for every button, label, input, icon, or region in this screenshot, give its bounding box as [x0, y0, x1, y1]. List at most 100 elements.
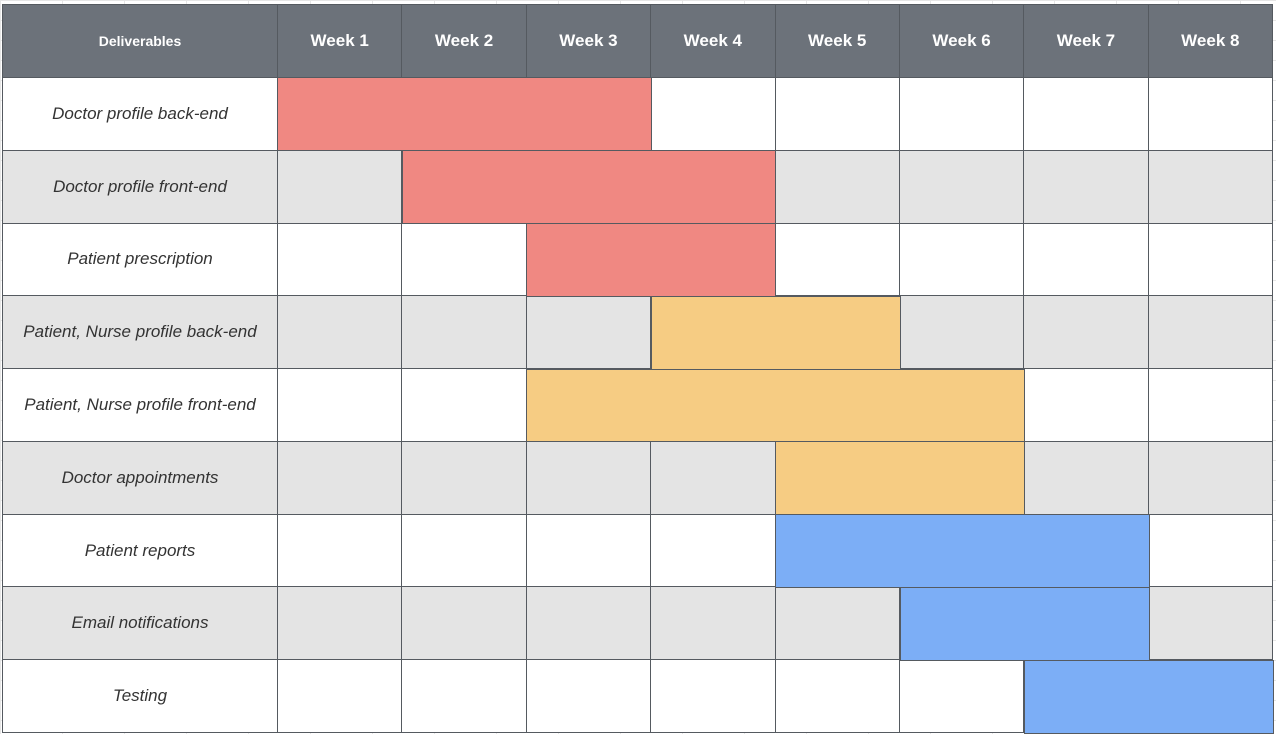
week-cell	[899, 296, 1025, 370]
header-week-8-text: Week 8	[1181, 31, 1240, 50]
task-label-text: Email notifications	[71, 613, 209, 633]
week-cell	[526, 369, 652, 442]
task-label-text: Doctor profile back-end	[52, 103, 228, 123]
week-cell	[526, 587, 652, 661]
week-cell	[899, 150, 1025, 224]
week-cell	[775, 296, 900, 370]
week-cell	[1024, 223, 1149, 297]
task-label-text: Patient, Nurse profile back-end	[23, 322, 257, 342]
week-cell	[1024, 441, 1149, 515]
header-week-2: Week 2	[402, 5, 527, 78]
week-cell	[775, 223, 900, 297]
week-cell	[402, 514, 527, 588]
task-label-text: Patient prescription	[67, 249, 213, 269]
week-cell	[278, 441, 403, 515]
week-cell	[899, 514, 1025, 588]
week-cell	[899, 223, 1025, 297]
header-week-4: Week 4	[651, 5, 776, 78]
week-cell	[278, 369, 403, 442]
week-cell	[1024, 150, 1149, 224]
week-cell	[526, 660, 652, 733]
task-label-text: Doctor profile front-end	[53, 176, 227, 196]
week-cell	[1148, 441, 1273, 515]
week-cell	[775, 150, 900, 224]
week-cell	[278, 660, 403, 733]
gantt-chart: Deliverables Week 1 Week 2 Week 3 Week 4 Week…	[2, 4, 1274, 734]
week-cell	[278, 223, 403, 297]
week-cell	[1148, 150, 1273, 224]
week-cell	[651, 514, 776, 588]
gantt-grid: Deliverables Week 1 Week 2 Week 3 Week 4 Week…	[2, 4, 1273, 733]
task-label: Patient reports	[3, 514, 278, 588]
task-label: Testing	[3, 660, 278, 733]
header-deliverables-text: Deliverables	[98, 33, 182, 49]
week-cell	[775, 514, 900, 588]
week-cell	[899, 369, 1025, 442]
week-cell	[775, 441, 900, 515]
week-cell	[899, 441, 1025, 515]
week-cell	[526, 514, 652, 588]
week-cell	[526, 78, 652, 151]
week-cell	[402, 587, 527, 661]
week-cell	[402, 296, 527, 370]
week-cell	[1024, 587, 1149, 661]
week-cell	[402, 150, 527, 224]
week-cell	[526, 150, 652, 224]
week-cell	[1148, 514, 1273, 588]
header-week-5-text: Week 5	[808, 31, 867, 50]
header-week-6-text: Week 6	[932, 31, 991, 50]
week-cell	[1024, 78, 1149, 151]
week-cell	[651, 223, 776, 297]
header-week-3: Week 3	[526, 5, 652, 78]
week-cell	[1024, 660, 1149, 733]
week-cell	[775, 587, 900, 661]
header-week-1-text: Week 1	[310, 31, 369, 50]
week-cell	[651, 150, 776, 224]
week-cell	[526, 296, 652, 370]
header-week-2-text: Week 2	[434, 31, 494, 50]
header-week-4-text: Week 4	[683, 31, 742, 50]
week-cell	[1148, 223, 1273, 297]
week-cell	[402, 441, 527, 515]
week-cell	[899, 587, 1025, 661]
header-week-7-text: Week 7	[1056, 31, 1116, 50]
header-week-3-text: Week 3	[559, 31, 618, 50]
week-cell	[526, 441, 652, 515]
task-label: Doctor profile back-end	[3, 78, 278, 151]
header-week-6: Week 6	[899, 5, 1025, 78]
week-cell	[1024, 369, 1149, 442]
week-cell	[899, 78, 1025, 151]
week-cell	[1148, 660, 1273, 733]
week-cell	[651, 587, 776, 661]
week-cell	[775, 78, 900, 151]
week-cell	[278, 587, 403, 661]
week-cell	[899, 660, 1025, 733]
week-cell	[278, 78, 403, 151]
week-cell	[651, 78, 776, 151]
task-label: Email notifications	[3, 587, 278, 661]
task-label-text: Testing	[112, 686, 168, 706]
week-cell	[1148, 369, 1273, 442]
week-cell	[402, 369, 527, 442]
task-label: Doctor profile front-end	[3, 150, 278, 224]
header-week-8: Week 8	[1148, 5, 1273, 78]
week-cell	[775, 369, 900, 442]
header-week-5: Week 5	[775, 5, 900, 78]
week-cell	[775, 660, 900, 733]
week-cell	[1024, 296, 1149, 370]
week-cell	[1148, 296, 1273, 370]
task-label-text: Patient reports	[84, 540, 196, 560]
week-cell	[402, 78, 527, 151]
week-cell	[402, 660, 527, 733]
task-label-text: Patient, Nurse profile front-end	[24, 394, 256, 414]
week-cell	[651, 660, 776, 733]
week-cell	[278, 296, 403, 370]
task-label: Patient prescription	[3, 223, 278, 297]
week-cell	[278, 150, 403, 224]
week-cell	[651, 441, 776, 515]
header-week-7: Week 7	[1024, 5, 1149, 78]
header-deliverables: Deliverables	[3, 5, 278, 78]
task-label-text: Doctor appointments	[61, 467, 219, 487]
header-week-1: Week 1	[278, 5, 403, 78]
week-cell	[651, 369, 776, 442]
